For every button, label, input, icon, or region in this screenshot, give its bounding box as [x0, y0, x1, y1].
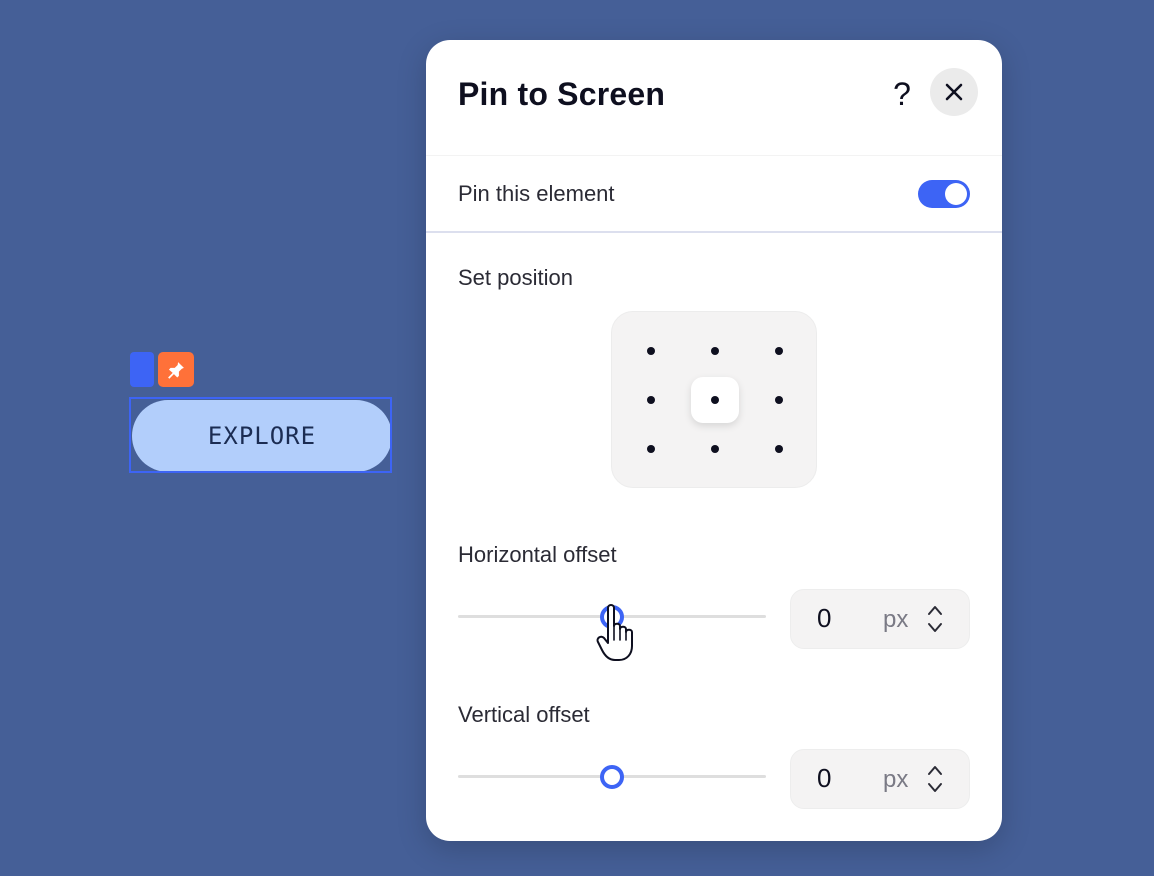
pin-element-toggle[interactable]	[918, 180, 970, 208]
pin-icon	[168, 361, 184, 379]
panel-title: Pin to Screen	[458, 76, 666, 112]
stepper-chevrons-icon[interactable]	[925, 602, 945, 636]
position-middle-right[interactable]	[775, 396, 783, 404]
close-icon	[945, 83, 963, 101]
set-position-label: Set position	[458, 265, 573, 290]
pin-element-label: Pin this element	[458, 181, 615, 206]
position-bottom-center[interactable]	[711, 445, 719, 453]
pin-to-screen-panel: Pin to Screen ? Pin this element Set pos…	[426, 40, 1002, 841]
position-center-selected[interactable]	[691, 377, 739, 423]
horizontal-offset-input[interactable]: 0 px	[790, 589, 970, 649]
position-top-left[interactable]	[647, 347, 655, 355]
horizontal-offset-label: Horizontal offset	[458, 542, 617, 567]
pin-tag[interactable]	[158, 352, 194, 387]
help-button[interactable]: ?	[886, 74, 918, 114]
vertical-offset-input[interactable]: 0 px	[790, 749, 970, 809]
selection-frame	[129, 397, 392, 473]
position-bottom-right[interactable]	[775, 445, 783, 453]
close-button[interactable]	[930, 68, 978, 116]
vertical-offset-label: Vertical offset	[458, 702, 590, 727]
vertical-offset-unit: px	[883, 766, 909, 793]
position-top-right[interactable]	[775, 347, 783, 355]
panel-header: Pin to Screen ?	[426, 40, 1002, 155]
position-top-center[interactable]	[711, 347, 719, 355]
pin-element-row: Pin this element	[426, 155, 1002, 233]
horizontal-offset-value: 0	[817, 603, 832, 633]
element-tags	[130, 352, 194, 387]
help-icon: ?	[893, 75, 911, 112]
position-bottom-left[interactable]	[647, 445, 655, 453]
horizontal-offset-unit: px	[883, 606, 909, 633]
hand-cursor-icon	[596, 604, 633, 661]
vertical-slider-thumb[interactable]	[600, 765, 624, 789]
element-handle-tag[interactable]	[130, 352, 154, 387]
position-middle-left[interactable]	[647, 396, 655, 404]
toggle-knob	[945, 183, 967, 205]
position-grid	[611, 311, 817, 488]
vertical-offset-value: 0	[817, 763, 832, 793]
stepper-chevrons-icon[interactable]	[925, 762, 945, 796]
